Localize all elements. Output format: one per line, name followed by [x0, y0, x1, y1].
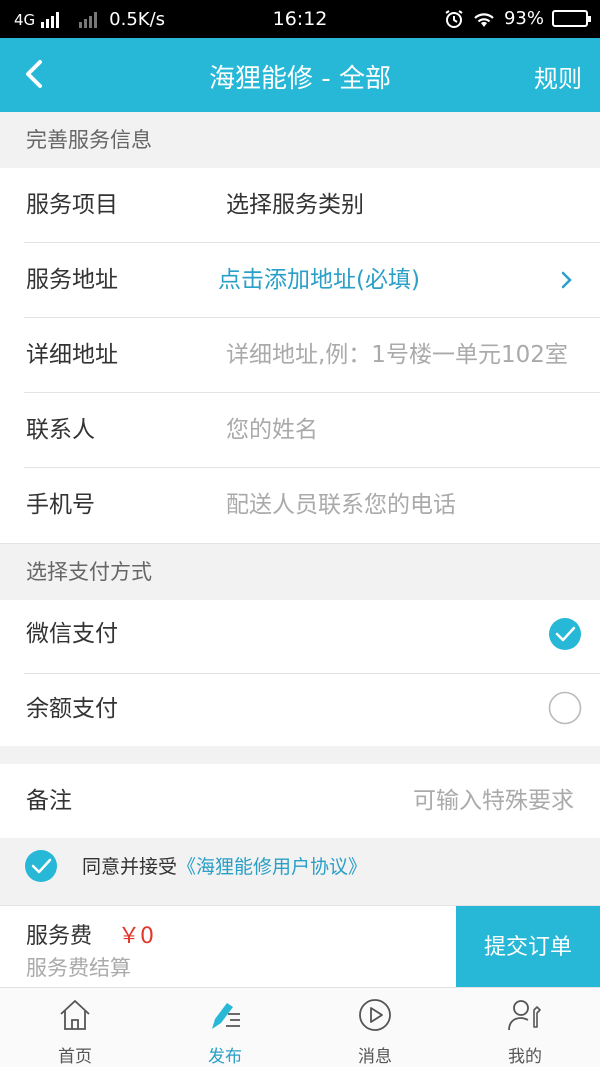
section-header-service-info: 完善服务信息 [0, 112, 600, 168]
nav-bar: 海狸能修 - 全部 规则 [0, 38, 600, 112]
phone-input[interactable]: 配送人员联系您的电话 [226, 468, 576, 543]
agreement-prefix: 同意并接受 [82, 856, 178, 878]
tab-label: 我的 [508, 1047, 542, 1067]
service-category-select[interactable]: 选择服务类别 [226, 168, 576, 243]
pen-edit-icon [212, 1003, 240, 1029]
remark-input[interactable]: 可输入特殊要求 [413, 764, 574, 838]
page-title: 海狸能修 - 全部 [209, 64, 391, 94]
payment-label: 余额支付 [26, 696, 118, 722]
tab-messages[interactable]: 消息 [300, 988, 450, 1067]
row-label: 备注 [26, 788, 72, 814]
row-label: 服务地址 [26, 267, 118, 293]
wifi-icon [474, 12, 494, 27]
row-label: 手机号 [26, 492, 95, 518]
tab-home[interactable]: 首页 [0, 988, 150, 1067]
row-contact[interactable]: 联系人 您的姓名 [0, 393, 600, 468]
payment-option-balance[interactable]: 余额支付 [0, 674, 600, 746]
status-bar: 4G 0.5K/s 16:12 93% [0, 0, 600, 38]
tab-label: 消息 [358, 1047, 392, 1067]
contact-name-input[interactable]: 您的姓名 [226, 393, 576, 468]
tab-label: 首页 [58, 1047, 92, 1067]
payment-label: 微信支付 [26, 621, 118, 647]
tab-mine[interactable]: 我的 [450, 988, 600, 1067]
user-wrench-icon [508, 1000, 541, 1031]
service-fee-label: 服务费 [26, 924, 93, 949]
row-service-item[interactable]: 服务项目 选择服务类别 [0, 168, 600, 243]
service-fee-amount: ￥0 [118, 924, 154, 949]
row-detail-address[interactable]: 详细地址 详细地址,例：1号楼一单元102室 [0, 318, 600, 393]
user-agreement-link[interactable]: 《海狸能修用户协议》 [177, 856, 367, 878]
payment-option-wechat[interactable]: 微信支付 [0, 600, 600, 674]
tab-publish[interactable]: 发布 [150, 988, 300, 1067]
battery-percent: 93% [503, 8, 544, 29]
play-circle-icon [359, 999, 391, 1031]
row-phone[interactable]: 手机号 配送人员联系您的电话 [0, 468, 600, 543]
unchecked-circle-icon[interactable] [548, 691, 582, 725]
order-footer: 服务费 ￥0 服务费结算 提交订单 [0, 905, 600, 988]
battery-icon [552, 10, 591, 27]
agreement-text: 同意并接受《海狸能修用户协议》 [82, 852, 367, 879]
submit-order-button[interactable]: 提交订单 [456, 906, 600, 988]
row-label: 联系人 [26, 417, 95, 443]
tab-label: 发布 [208, 1047, 242, 1067]
row-service-address[interactable]: 服务地址 点击添加地址(必填) [0, 243, 600, 318]
alarm-icon [445, 9, 463, 28]
chevron-right-icon [561, 271, 572, 289]
status-right: 93% [444, 8, 591, 29]
row-label: 详细地址 [26, 342, 118, 368]
agreement-row: 同意并接受《海狸能修用户协议》 [0, 838, 600, 904]
agreement-checked-icon[interactable] [24, 849, 58, 883]
row-remark[interactable]: 备注 可输入特殊要求 [0, 764, 600, 838]
rules-button[interactable]: 规则 [534, 59, 582, 94]
section-header-payment: 选择支付方式 [0, 543, 600, 600]
tab-bar: 首页 发布 消息 我的 [0, 987, 600, 1067]
checked-circle-icon[interactable] [548, 617, 582, 651]
detail-address-input[interactable]: 详细地址,例：1号楼一单元102室 [226, 318, 576, 393]
service-fee-sub: 服务费结算 [26, 956, 131, 980]
home-icon [60, 1000, 90, 1030]
add-address-link[interactable]: 点击添加地址(必填) [218, 243, 568, 318]
row-label: 服务项目 [26, 192, 118, 218]
